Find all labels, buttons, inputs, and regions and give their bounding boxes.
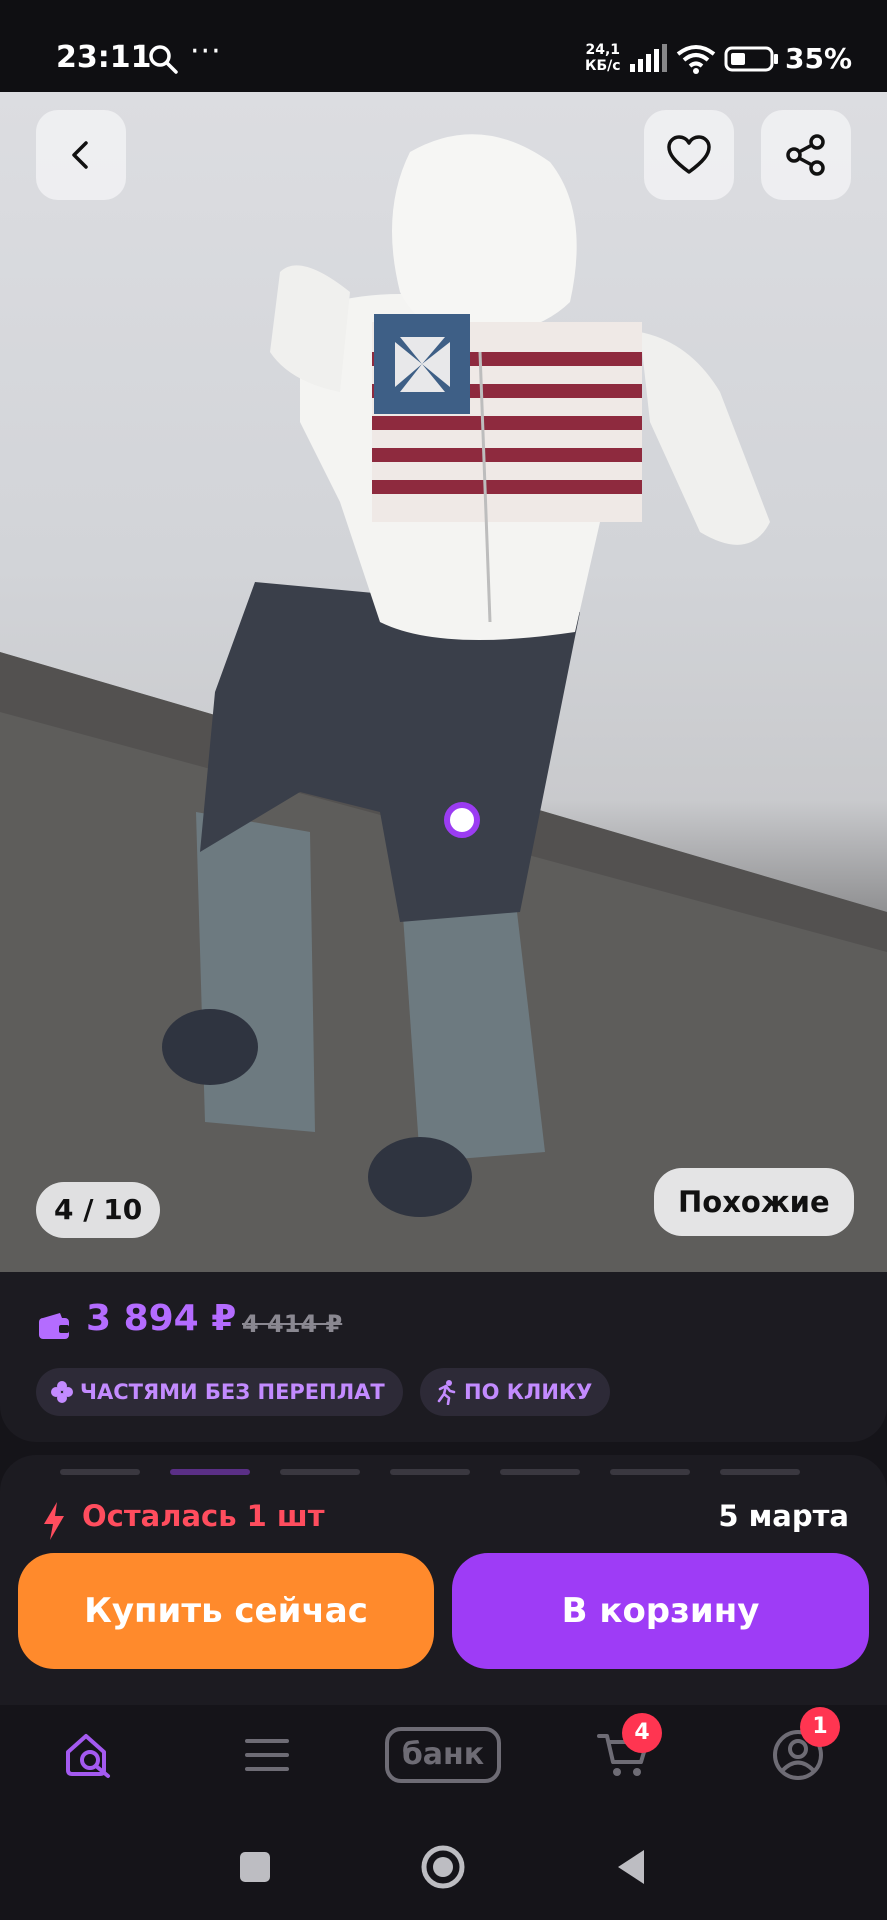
back-triangle-icon[interactable] <box>608 1842 658 1892</box>
favorite-button[interactable] <box>644 110 734 200</box>
one-click-chip-label: ПО КЛИКУ <box>464 1380 593 1404</box>
battery-percent: 35% <box>785 42 853 75</box>
lightning-icon <box>44 1502 64 1540</box>
cart-badge: 4 <box>622 1713 662 1753</box>
more-dots-icon: ··· <box>190 34 222 69</box>
profile-badge: 1 <box>800 1707 840 1747</box>
buy-now-button[interactable]: Купить сейчас <box>18 1553 434 1669</box>
home-icon[interactable] <box>418 1842 468 1892</box>
menu-icon <box>245 1739 289 1771</box>
current-price: 3 894 ₽ <box>86 1298 237 1339</box>
running-person-icon <box>437 1380 456 1405</box>
installment-chip-label: ЧАСТЯМИ БЕЗ ПЕРЕПЛАТ <box>80 1380 385 1404</box>
nav-catalog[interactable] <box>236 1725 298 1785</box>
bottom-nav: банк 4 1 <box>0 1705 887 1810</box>
old-price: 4 414 ₽ <box>242 1310 343 1338</box>
purchase-sheet: Осталась 1 шт 5 марта Купить сейчас В ко… <box>0 1455 887 1705</box>
nav-home[interactable] <box>58 1725 120 1785</box>
share-button[interactable] <box>761 110 851 200</box>
image-counter: 4 / 10 <box>36 1182 161 1238</box>
network-speed: 24,1 КБ/с <box>585 42 621 74</box>
installment-chip[interactable]: ЧАСТЯМИ БЕЗ ПЕРЕПЛАТ <box>36 1368 403 1416</box>
price-card: 3 894 ₽ 4 414 ₽ ЧАСТЯМИ БЕЗ ПЕРЕПЛАТ ПО … <box>0 1272 887 1442</box>
home-search-icon <box>66 1734 110 1778</box>
network-speed-unit: КБ/с <box>585 58 621 74</box>
status-bar: 23:11 ··· 24,1 КБ/с 35% <box>0 0 887 92</box>
clover-icon <box>51 1381 73 1403</box>
share-icon <box>786 134 825 176</box>
product-photo <box>0 134 887 1272</box>
network-speed-value: 24,1 <box>585 42 621 58</box>
battery-icon <box>724 46 778 72</box>
back-button[interactable] <box>36 110 126 200</box>
system-nav-bar <box>0 1810 887 1920</box>
status-time: 23:11 <box>56 40 152 75</box>
wifi-icon <box>676 45 716 74</box>
recent-apps-icon[interactable] <box>230 1842 280 1892</box>
delivery-date: 5 марта <box>718 1499 849 1533</box>
add-to-cart-button[interactable]: В корзину <box>452 1553 869 1669</box>
wallet-icon <box>39 1313 69 1339</box>
heart-icon <box>667 135 711 174</box>
product-gallery[interactable]: 4 / 10 Похожие <box>0 92 887 1272</box>
search-icon <box>149 45 178 74</box>
product-hotspot[interactable] <box>444 802 480 838</box>
nav-bank[interactable]: банк <box>385 1727 501 1783</box>
signal-icon <box>630 44 667 72</box>
color-swatch-strip <box>60 1469 800 1475</box>
similar-button[interactable]: Похожие <box>654 1168 854 1236</box>
one-click-chip[interactable]: ПО КЛИКУ <box>420 1368 611 1416</box>
stock-remaining: Осталась 1 шт <box>82 1499 325 1533</box>
chevron-left-icon <box>72 141 88 169</box>
